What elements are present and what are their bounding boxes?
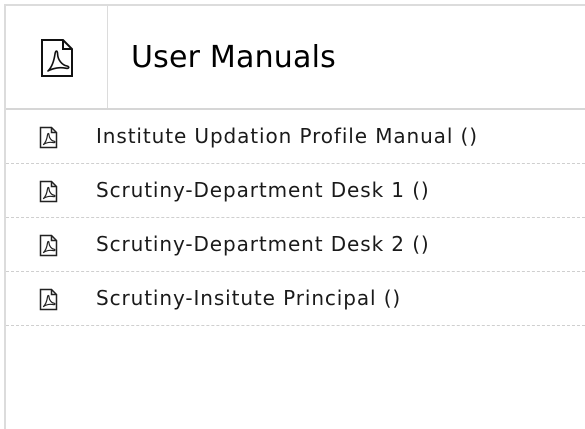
list-item[interactable]: Scrutiny-Department Desk 1 () [6,164,585,218]
manual-link[interactable]: Scrutiny-Department Desk 1 () [96,164,430,217]
pdf-icon [36,286,60,312]
pdf-icon [36,124,60,150]
pdf-icon [36,178,60,204]
pdf-icon [40,39,73,77]
list-item[interactable]: Scrutiny-Department Desk 2 () [6,218,585,272]
list-item[interactable]: Scrutiny-Insitute Principal () [6,272,585,326]
panel-header: User Manuals [6,6,585,110]
list-item[interactable]: Institute Updation Profile Manual () [6,110,585,164]
page-title: User Manuals [131,40,336,75]
manual-link[interactable]: Scrutiny-Department Desk 2 () [96,218,430,271]
manuals-list: Institute Updation Profile Manual () Scr… [6,110,585,379]
pdf-icon [36,232,60,258]
user-manuals-panel: User Manuals Institute Updation Profile … [4,4,585,429]
list-item[interactable] [6,326,585,379]
header-icon-cell [6,6,108,108]
manual-link[interactable]: Scrutiny-Insitute Principal () [96,272,401,325]
manual-link[interactable]: Institute Updation Profile Manual () [96,110,478,163]
